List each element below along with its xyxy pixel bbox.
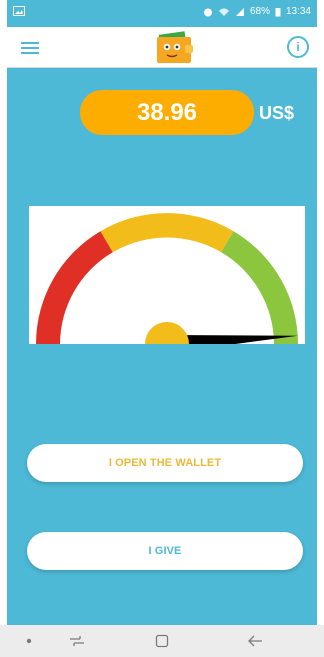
open-wallet-label: I OPEN THE WALLET bbox=[108, 457, 222, 469]
battery-icon bbox=[275, 7, 281, 16]
battery-percent: 68% bbox=[249, 6, 270, 17]
gauge-arc-low bbox=[36, 231, 113, 344]
app-bar: i bbox=[7, 27, 317, 68]
alarm-icon bbox=[203, 8, 212, 16]
gauge-arc-high bbox=[221, 231, 298, 344]
balance-amount: 38.96 bbox=[80, 90, 254, 135]
open-wallet-button[interactable]: I OPEN THE WALLET bbox=[27, 444, 303, 482]
speedometer-gauge bbox=[36, 213, 298, 344]
back-icon[interactable] bbox=[240, 632, 270, 650]
clock: 13:34 bbox=[285, 6, 311, 17]
recent-apps-icon[interactable] bbox=[62, 632, 92, 650]
gauge-arc-mid bbox=[100, 213, 234, 253]
status-icons: 68% 13:34 bbox=[203, 6, 311, 17]
system-nav-bar bbox=[0, 625, 324, 657]
currency-label: US$ bbox=[259, 103, 295, 123]
info-icon[interactable]: i bbox=[287, 36, 309, 58]
hamburger-menu-icon[interactable] bbox=[21, 39, 39, 55]
wifi-icon bbox=[218, 8, 229, 16]
dot-icon[interactable] bbox=[14, 632, 44, 650]
status-bar: 68% 13:34 bbox=[7, 0, 317, 27]
signal-icon bbox=[235, 7, 244, 16]
gauge-card bbox=[29, 206, 305, 344]
wallet-face-logo bbox=[155, 31, 195, 63]
gallery-notification-icon bbox=[13, 6, 25, 19]
give-button[interactable]: I GIVE bbox=[27, 532, 303, 570]
home-icon[interactable] bbox=[147, 632, 177, 650]
main-content: 38.96 US$ I OPEN THE WALLET I GIVE bbox=[7, 68, 317, 625]
give-label: I GIVE bbox=[148, 545, 182, 557]
gauge-hub bbox=[145, 322, 189, 344]
